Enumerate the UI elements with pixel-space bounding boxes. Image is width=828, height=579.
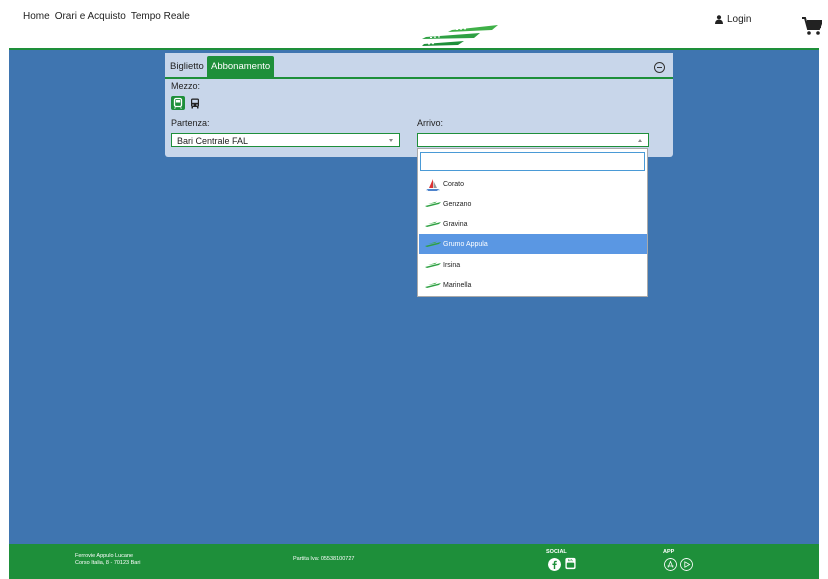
brand-logo[interactable] — [420, 22, 500, 48]
chevron-down-icon — [389, 139, 393, 142]
bus-mode-button[interactable] — [188, 96, 202, 110]
tab-biglietto[interactable]: Biglietto — [166, 56, 208, 77]
nav-tempo-reale[interactable]: Tempo Reale — [131, 11, 190, 22]
ship-logo-icon — [426, 178, 440, 191]
nav-orari-acquisto[interactable]: Orari e Acquisto — [55, 11, 126, 22]
google-play-icon[interactable] — [680, 558, 693, 571]
tab-abbonamento[interactable]: Abbonamento — [207, 56, 275, 77]
arrivo-dropdown: Corato Genzano Gravina Grumo Appula Irsi… — [417, 148, 648, 297]
dropdown-option-grumo-appula[interactable]: Grumo Appula — [419, 234, 647, 254]
footer-address: Corso Italia, 8 - 70123 Bari — [75, 560, 141, 566]
ticket-tabs: Biglietto Abbonamento — [165, 53, 673, 79]
footer-app-label: APP — [663, 549, 675, 555]
app-store-icon[interactable] — [664, 558, 677, 571]
bus-icon — [191, 98, 199, 109]
main-nav: Home Orari e Acquisto Tempo Reale — [23, 11, 190, 22]
green-stripe-logo-icon — [425, 221, 441, 227]
nav-home[interactable]: Home — [23, 11, 50, 22]
footer-social-label: SOCIAL — [546, 549, 567, 555]
chevron-up-icon — [638, 139, 642, 142]
youtube-icon[interactable] — [564, 557, 577, 570]
collapse-icon[interactable] — [654, 62, 665, 73]
green-stripe-logo-icon — [425, 201, 441, 207]
green-stripe-logo-icon — [425, 262, 441, 268]
footer-piva: Partita Iva: 05538100727 — [293, 556, 355, 562]
login-label: Login — [727, 14, 752, 25]
top-bar: Home Orari e Acquisto Tempo Reale Login — [0, 0, 828, 49]
dropdown-option-gravina[interactable]: Gravina — [419, 214, 647, 234]
train-mode-button[interactable] — [171, 96, 185, 110]
partenza-label: Partenza: — [171, 118, 210, 128]
arrivo-select[interactable] — [417, 133, 649, 147]
green-stripe-logo-icon — [425, 241, 441, 247]
dropdown-option-genzano[interactable]: Genzano — [419, 194, 647, 214]
arrivo-label: Arrivo: — [417, 118, 444, 128]
dropdown-option-corato[interactable]: Corato — [419, 174, 647, 194]
user-icon — [715, 15, 723, 24]
dropdown-option-irsina[interactable]: Irsina — [419, 255, 647, 275]
green-stripe-logo-icon — [425, 282, 441, 288]
facebook-icon[interactable] — [548, 558, 561, 571]
login-link[interactable]: Login — [715, 14, 751, 25]
mezzo-label: Mezzo: — [171, 81, 201, 91]
footer-company: Ferrovie Appulo Lucane — [75, 553, 134, 559]
partenza-select[interactable]: Bari Centrale FAL — [171, 133, 400, 147]
dropdown-search-input[interactable] — [420, 152, 645, 171]
footer: Ferrovie Appulo Lucane Corso Italia, 8 -… — [9, 544, 819, 579]
partenza-value: Bari Centrale FAL — [177, 136, 249, 146]
dropdown-option-marinella[interactable]: Marinella — [419, 275, 647, 295]
footer-address-block: Ferrovie Appulo Lucane Corso Italia, 8 -… — [75, 553, 140, 567]
search-panel: Biglietto Abbonamento Mezzo: Partenza: B… — [165, 53, 673, 157]
cart-icon[interactable] — [802, 16, 822, 36]
train-icon — [173, 97, 183, 109]
